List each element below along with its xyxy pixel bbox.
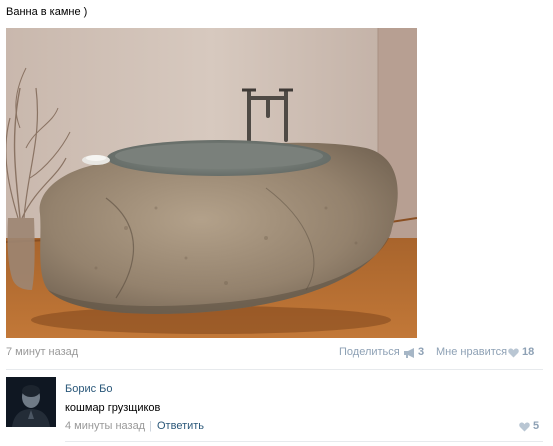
separator: | — [149, 420, 152, 432]
comment-text: кошмар грузщиков — [65, 402, 161, 414]
post-title: Ванна в камне ) — [6, 6, 88, 18]
heart-icon[interactable] — [508, 348, 519, 358]
share-count[interactable]: 3 — [418, 346, 424, 358]
post-photo[interactable] — [6, 28, 417, 338]
share-button[interactable]: Поделиться — [339, 346, 400, 358]
reply-button[interactable]: Ответить — [157, 420, 204, 432]
divider — [6, 369, 543, 370]
megaphone-icon[interactable] — [403, 348, 416, 358]
post-meta: 7 минут назад Поделиться 3 Мне нравится … — [0, 346, 553, 362]
divider — [65, 441, 543, 442]
comment: Борис Бо кошмар грузщиков 4 минуты назад… — [0, 377, 553, 435]
comment-author[interactable]: Борис Бо — [65, 383, 113, 395]
like-button[interactable]: Мне нравится — [436, 346, 507, 358]
like-count[interactable]: 18 — [522, 346, 534, 358]
comment-timestamp[interactable]: 4 минуты назад — [65, 420, 145, 432]
comment-like-count[interactable]: 5 — [533, 420, 539, 432]
heart-icon[interactable] — [519, 422, 530, 432]
post-timestamp[interactable]: 7 минут назад — [6, 346, 78, 358]
avatar[interactable] — [6, 377, 56, 427]
